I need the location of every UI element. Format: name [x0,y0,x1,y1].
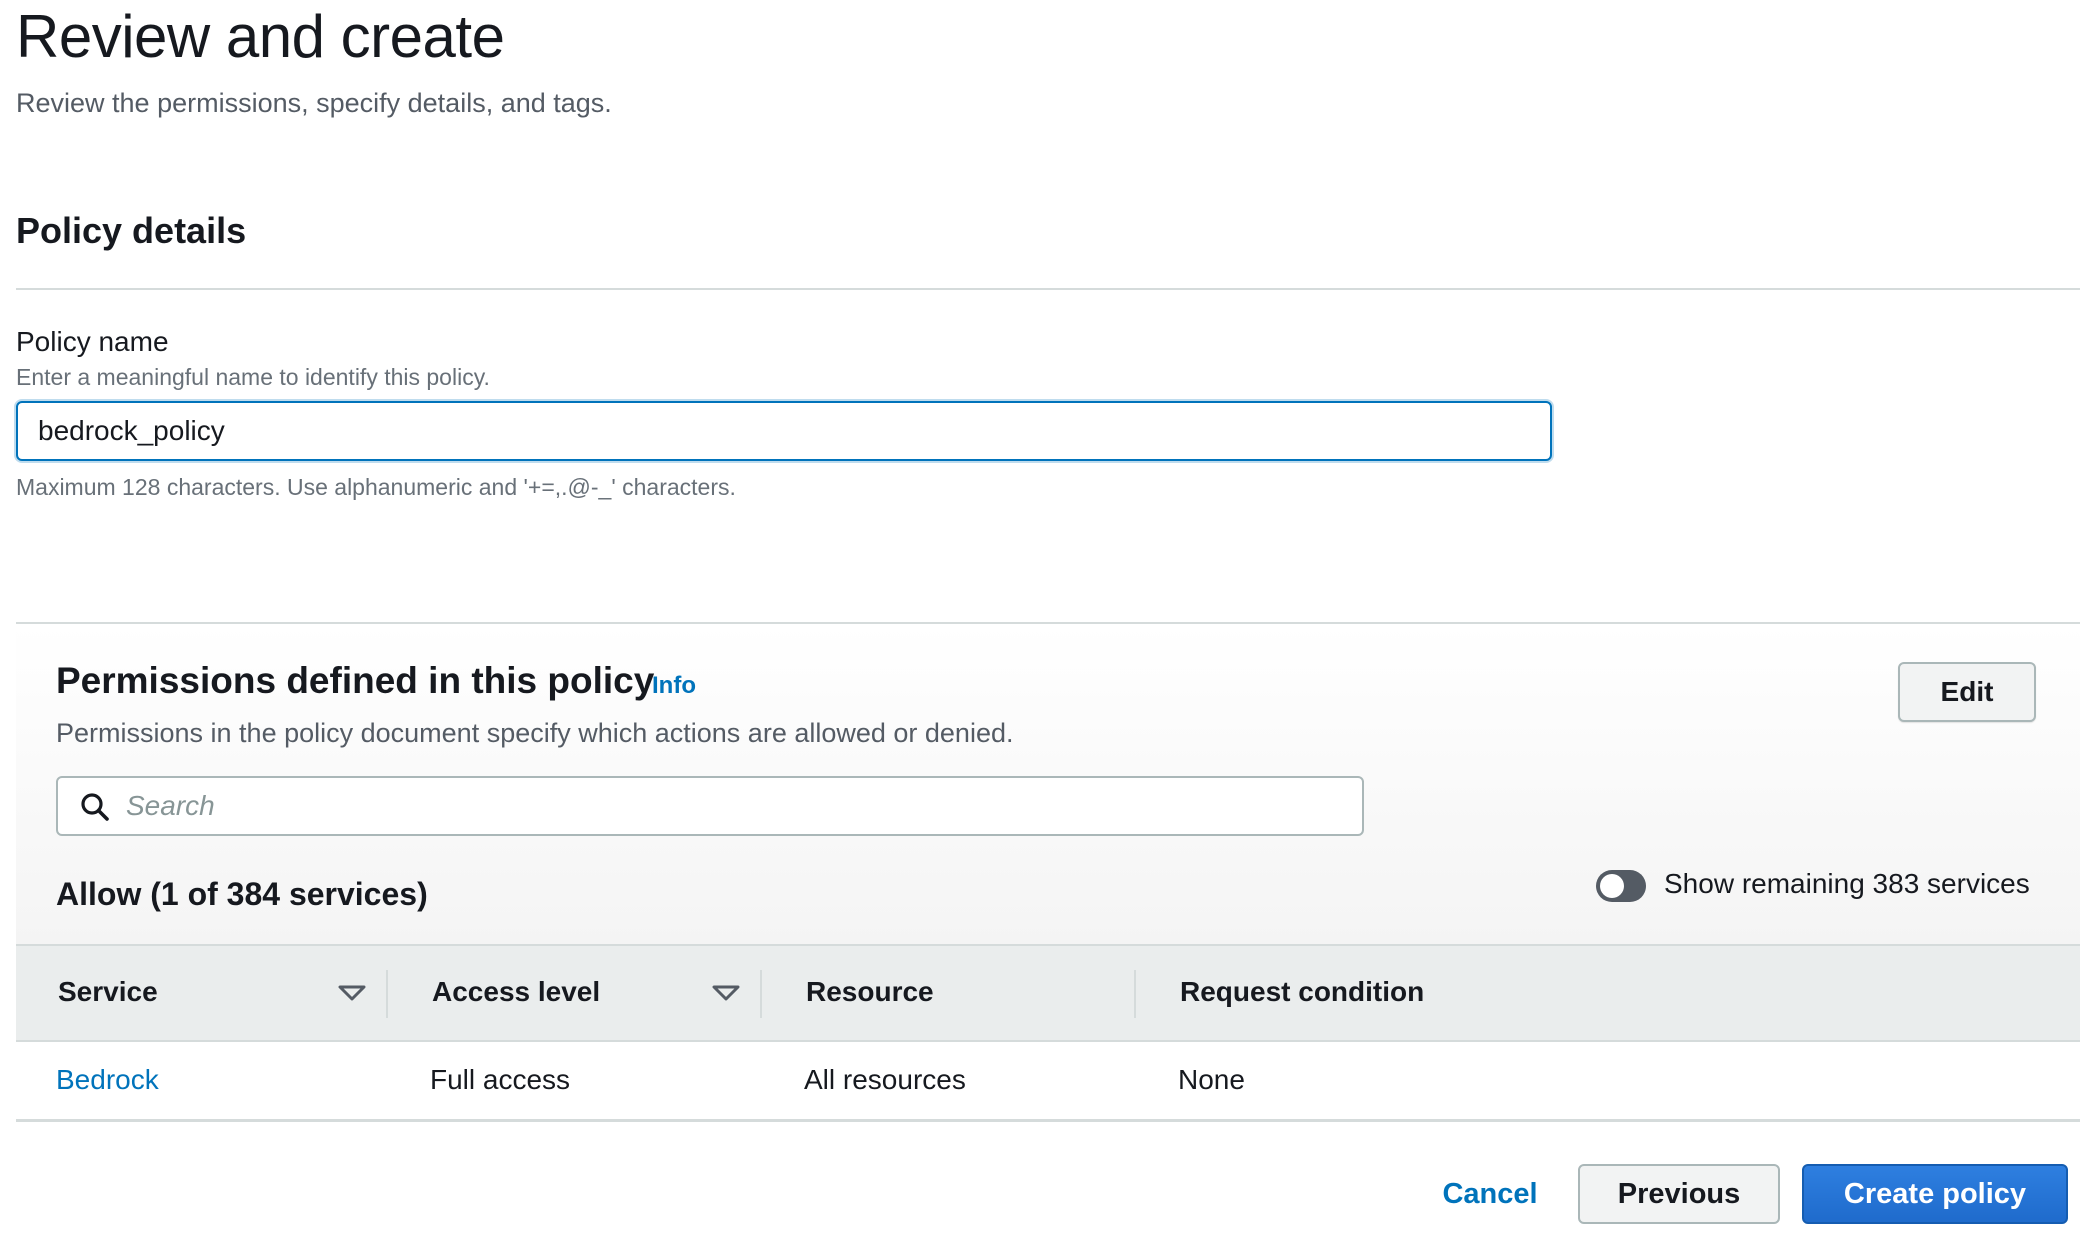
request-condition-cell: None [1178,1064,1245,1095]
column-header-request-condition: Request condition [1180,976,1425,1007]
edit-button[interactable]: Edit [1898,662,2036,722]
create-policy-button[interactable]: Create policy [1802,1164,2068,1224]
permissions-title: Permissions defined in this policy [56,660,655,701]
policy-name-constraint: Maximum 128 characters. Use alphanumeric… [16,474,736,500]
cancel-button[interactable]: Cancel [1408,1164,1572,1224]
page-subtitle: Review the permissions, specify details,… [16,88,612,118]
service-link[interactable]: Bedrock [56,1064,159,1096]
table-header: Service Access level Resource Request co… [16,944,2080,1042]
show-remaining-label: Show remaining 383 services [1664,868,2030,899]
resource-cell: All resources [804,1064,966,1095]
column-header-service[interactable]: Service [58,976,158,1008]
search-icon [81,793,109,821]
allow-services-title: Allow (1 of 384 services) [56,876,428,912]
policy-name-input[interactable] [16,401,1552,461]
policy-details-title: Policy details [16,210,247,251]
column-divider[interactable] [386,970,388,1018]
permissions-description: Permissions in the policy document speci… [56,718,1014,748]
column-header-access-level[interactable]: Access level [432,976,600,1008]
search-input[interactable] [126,784,1326,828]
caret-down-icon[interactable] [712,984,740,1002]
policy-name-description: Enter a meaningful name to identify this… [16,364,490,390]
search-box[interactable] [56,776,1364,836]
section-divider [16,288,2080,290]
toggle-knob [1600,874,1624,898]
previous-button[interactable]: Previous [1578,1164,1780,1224]
policy-name-label: Policy name [16,326,169,357]
column-divider[interactable] [1134,970,1136,1018]
show-remaining-toggle[interactable] [1596,870,1646,902]
column-divider[interactable] [760,970,762,1018]
page-title: Review and create [16,3,505,70]
column-header-resource: Resource [806,976,934,1007]
caret-down-icon[interactable] [338,984,366,1002]
info-link[interactable]: Info [652,672,696,700]
table-row: Bedrock Full access All resources None [16,1042,2080,1122]
access-level-cell: Full access [430,1064,571,1095]
